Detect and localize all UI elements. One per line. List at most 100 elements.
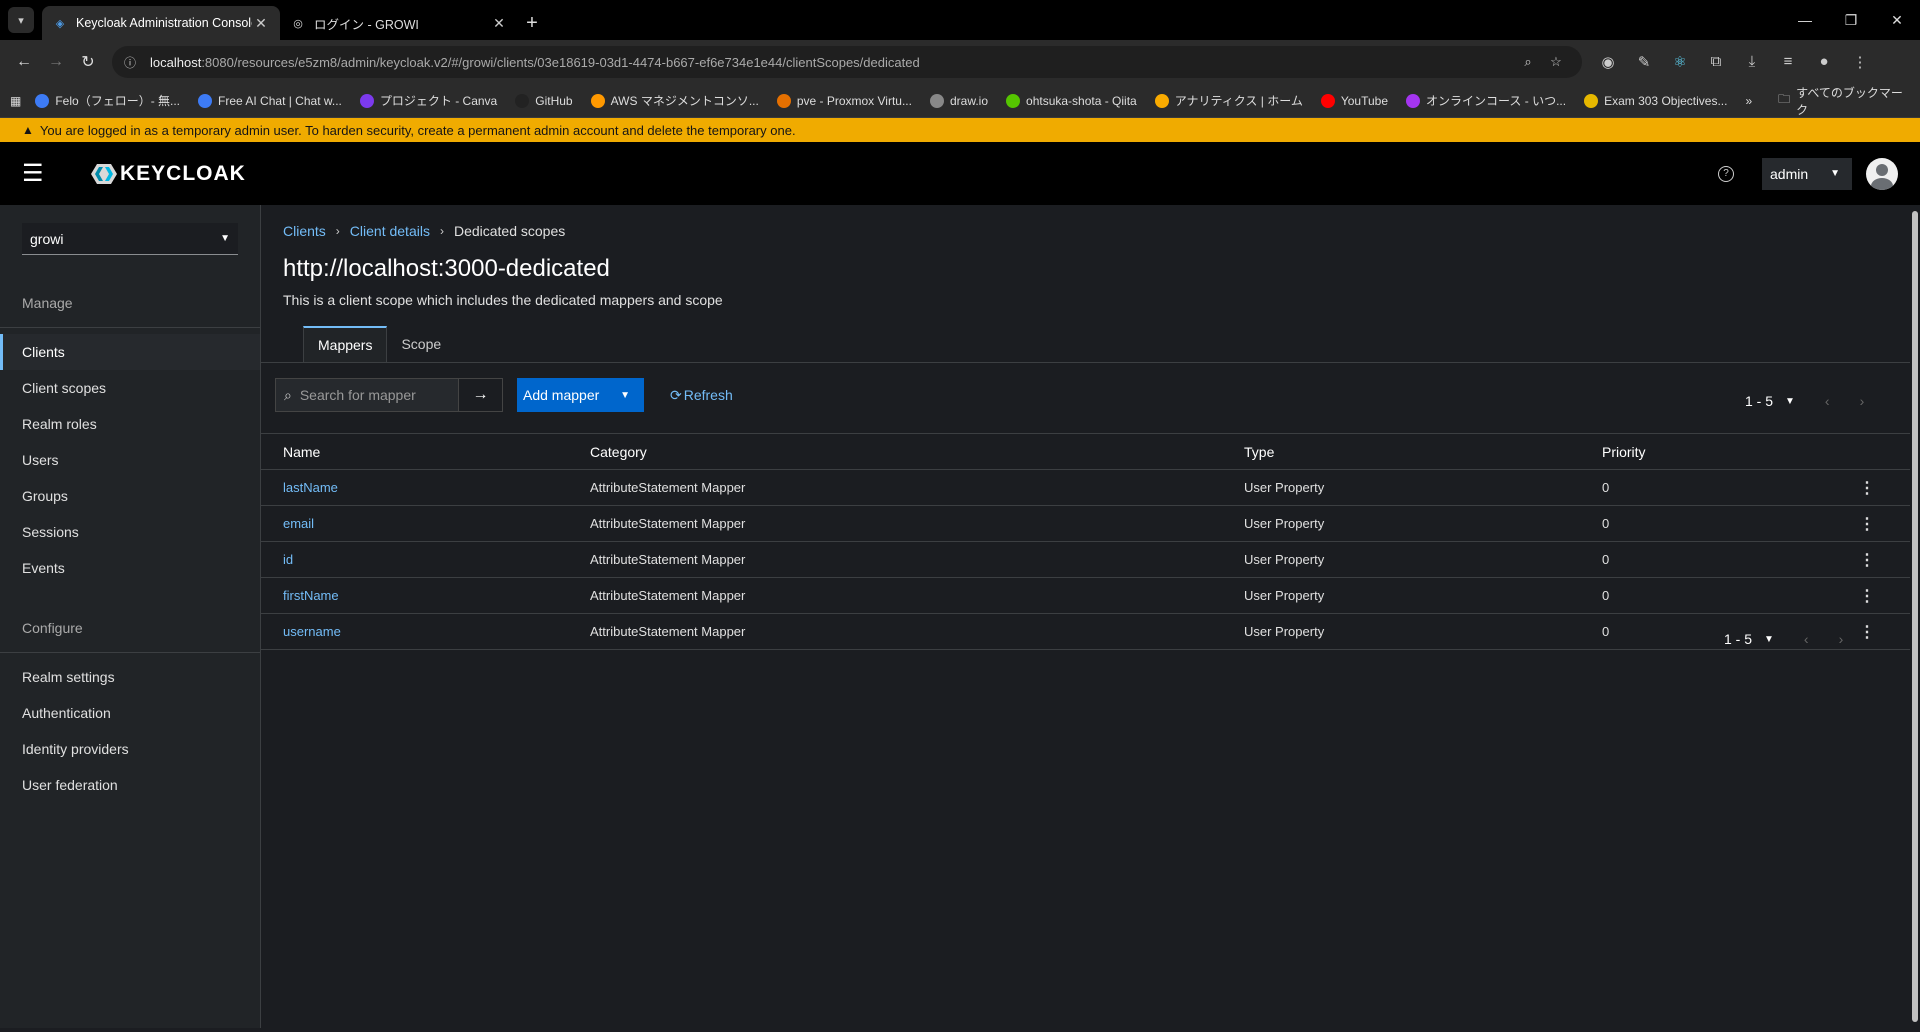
- kebab-menu-icon[interactable]: ⋮: [1859, 550, 1875, 570]
- user-dropdown[interactable]: admin ▼: [1762, 157, 1852, 190]
- close-tab-icon[interactable]: ✕: [490, 15, 508, 32]
- kebab-menu-icon[interactable]: ⋮: [1859, 586, 1875, 606]
- banner-text: You are logged in as a temporary admin u…: [39, 122, 796, 138]
- sidebar-item-user-federation[interactable]: User federation: [0, 767, 260, 803]
- browser-menu-icon[interactable]: ⋮: [1842, 53, 1878, 71]
- scrollbar-thumb[interactable]: [1912, 211, 1918, 1022]
- pagination-range[interactable]: 1 - 5: [1724, 631, 1752, 647]
- table-row: id AttributeStatement Mapper User Property…: [261, 542, 1920, 578]
- search-submit-button[interactable]: →: [459, 378, 503, 412]
- camera-icon[interactable]: ◉: [1590, 53, 1626, 71]
- url-text: localhost:8080/resources/e5zm8/admin/key…: [150, 54, 920, 70]
- zoom-icon[interactable]: ⌕: [1514, 54, 1542, 70]
- bookmark-item[interactable]: GitHub: [515, 92, 573, 109]
- browser-tab-growi[interactable]: ◎ ログイン - GROWI ✕: [280, 6, 518, 40]
- mapper-type: User Property: [1244, 516, 1325, 531]
- new-tab-icon[interactable]: +: [518, 6, 546, 40]
- address-bar[interactable]: ⓘ localhost:8080/resources/e5zm8/admin/k…: [112, 46, 1582, 78]
- bookmark-item[interactable]: Exam 303 Objectives...: [1584, 92, 1727, 109]
- bookmark-item[interactable]: オンラインコース - いつ...: [1406, 92, 1566, 109]
- bookmark-item[interactable]: アナリティクス | ホーム: [1154, 92, 1303, 109]
- tab-mappers[interactable]: Mappers: [303, 326, 388, 362]
- keycloak-logo[interactable]: KEYCLOAK: [90, 162, 246, 186]
- prev-page-icon[interactable]: ‹: [1804, 631, 1809, 647]
- realm-selector[interactable]: growi ▼: [22, 223, 238, 255]
- mapper-name-link[interactable]: id: [283, 552, 293, 567]
- pen-icon[interactable]: ✎: [1626, 53, 1662, 71]
- kebab-menu-icon[interactable]: ⋮: [1859, 478, 1875, 498]
- pagination-range[interactable]: 1 - 5: [1745, 393, 1773, 409]
- close-window-icon[interactable]: ✕: [1874, 0, 1920, 40]
- bookmark-favicon-icon: [929, 93, 944, 108]
- bookmark-star-icon[interactable]: ☆: [1542, 54, 1570, 70]
- search-input[interactable]: ⌕ Search for mapper: [275, 378, 459, 412]
- browser-tabstrip: ▾ ◈ Keycloak Administration Console ✕ ◎ …: [0, 0, 1920, 40]
- site-info-icon[interactable]: ⓘ: [124, 54, 144, 71]
- sidebar-item-groups[interactable]: Groups: [0, 478, 260, 514]
- bookmark-item[interactable]: AWS マネジメントコンソ...: [590, 92, 759, 109]
- realm-name: growi: [30, 230, 64, 247]
- bookmark-item[interactable]: ohtsuka-shota - Qiita: [1006, 92, 1137, 109]
- bookmark-favicon-icon: [1154, 93, 1169, 108]
- more-bookmarks-icon[interactable]: »: [1745, 94, 1752, 108]
- reload-icon[interactable]: ↻: [72, 46, 104, 78]
- caret-down-icon[interactable]: ▼: [1764, 634, 1774, 645]
- mapper-name-link[interactable]: email: [283, 516, 314, 531]
- caret-down-icon[interactable]: ▼: [1785, 396, 1795, 407]
- extensions-icon[interactable]: ⧉: [1698, 53, 1734, 71]
- apps-icon[interactable]: ▦: [10, 94, 21, 108]
- bookmark-item[interactable]: Felo（フェロー）- 無...: [35, 92, 180, 109]
- divider: [0, 652, 260, 653]
- sidebar-item-sessions[interactable]: Sessions: [0, 514, 260, 550]
- mapper-name-link[interactable]: firstName: [283, 588, 339, 603]
- react-devtools-icon[interactable]: ⚛: [1662, 53, 1698, 71]
- next-page-icon[interactable]: ›: [1860, 393, 1865, 409]
- sidebar-item-client-scopes[interactable]: Client scopes: [0, 370, 260, 406]
- mapper-name-link[interactable]: username: [283, 624, 341, 639]
- mapper-name-link[interactable]: lastName: [283, 480, 338, 495]
- sidebar-item-realm-settings[interactable]: Realm settings: [0, 659, 260, 695]
- hamburger-menu-icon[interactable]: ☰: [22, 159, 62, 188]
- sidebar-item-realm-roles[interactable]: Realm roles: [0, 406, 260, 442]
- mapper-category: AttributeStatement Mapper: [590, 624, 746, 639]
- tab-search-icon[interactable]: ▾: [8, 7, 34, 33]
- tab-scope[interactable]: Scope: [387, 326, 455, 362]
- sidebar-item-clients[interactable]: Clients: [0, 334, 260, 370]
- help-icon[interactable]: ?: [1718, 165, 1734, 182]
- sidebar-item-users[interactable]: Users: [0, 442, 260, 478]
- sidebar-item-authentication[interactable]: Authentication: [0, 695, 260, 731]
- kebab-menu-icon[interactable]: ⋮: [1859, 514, 1875, 534]
- bookmark-item[interactable]: pve - Proxmox Virtu...: [776, 92, 912, 109]
- bookmark-item[interactable]: プロジェクト - Canva: [359, 92, 497, 109]
- bookmark-item[interactable]: YouTube: [1320, 92, 1388, 109]
- mapper-priority: 0: [1602, 624, 1610, 639]
- kebab-menu-icon[interactable]: ⋮: [1859, 622, 1875, 642]
- next-page-icon[interactable]: ›: [1839, 631, 1844, 647]
- add-mapper-label: Add mapper: [523, 387, 600, 403]
- sidebar-item-identity-providers[interactable]: Identity providers: [0, 731, 260, 767]
- minimize-icon[interactable]: —: [1782, 0, 1828, 40]
- back-icon[interactable]: ←: [8, 46, 40, 78]
- keycloak-logo-icon: [91, 163, 117, 184]
- masthead: ☰ KEYCLOAK ? admin ▼: [0, 142, 1920, 205]
- tab-list: Mappers Scope: [303, 326, 455, 362]
- download-icon[interactable]: ⤓: [1734, 53, 1770, 71]
- close-tab-icon[interactable]: ✕: [252, 15, 270, 32]
- all-bookmarks[interactable]: すべてのブックマーク: [1796, 84, 1910, 118]
- breadcrumb-clients[interactable]: Clients: [283, 223, 326, 239]
- bookmark-item[interactable]: Free AI Chat | Chat w...: [198, 92, 342, 109]
- forward-icon[interactable]: →: [40, 46, 72, 78]
- avatar[interactable]: [1866, 157, 1898, 190]
- page-scrollbar[interactable]: [1910, 205, 1920, 1028]
- media-icon[interactable]: ≡: [1770, 53, 1806, 71]
- browser-tab-keycloak[interactable]: ◈ Keycloak Administration Console ✕: [42, 6, 280, 40]
- add-mapper-button[interactable]: Add mapper ▼: [517, 378, 644, 412]
- profile-icon[interactable]: ●: [1806, 53, 1842, 71]
- sidebar-item-events[interactable]: Events: [0, 550, 260, 586]
- breadcrumb-client-details[interactable]: Client details: [350, 223, 430, 239]
- prev-page-icon[interactable]: ‹: [1825, 393, 1830, 409]
- bookmark-item[interactable]: draw.io: [929, 92, 988, 109]
- restore-icon[interactable]: ❐: [1828, 0, 1874, 40]
- bookmark-favicon-icon: [515, 93, 530, 108]
- refresh-button[interactable]: ⟳ Refresh: [670, 387, 733, 404]
